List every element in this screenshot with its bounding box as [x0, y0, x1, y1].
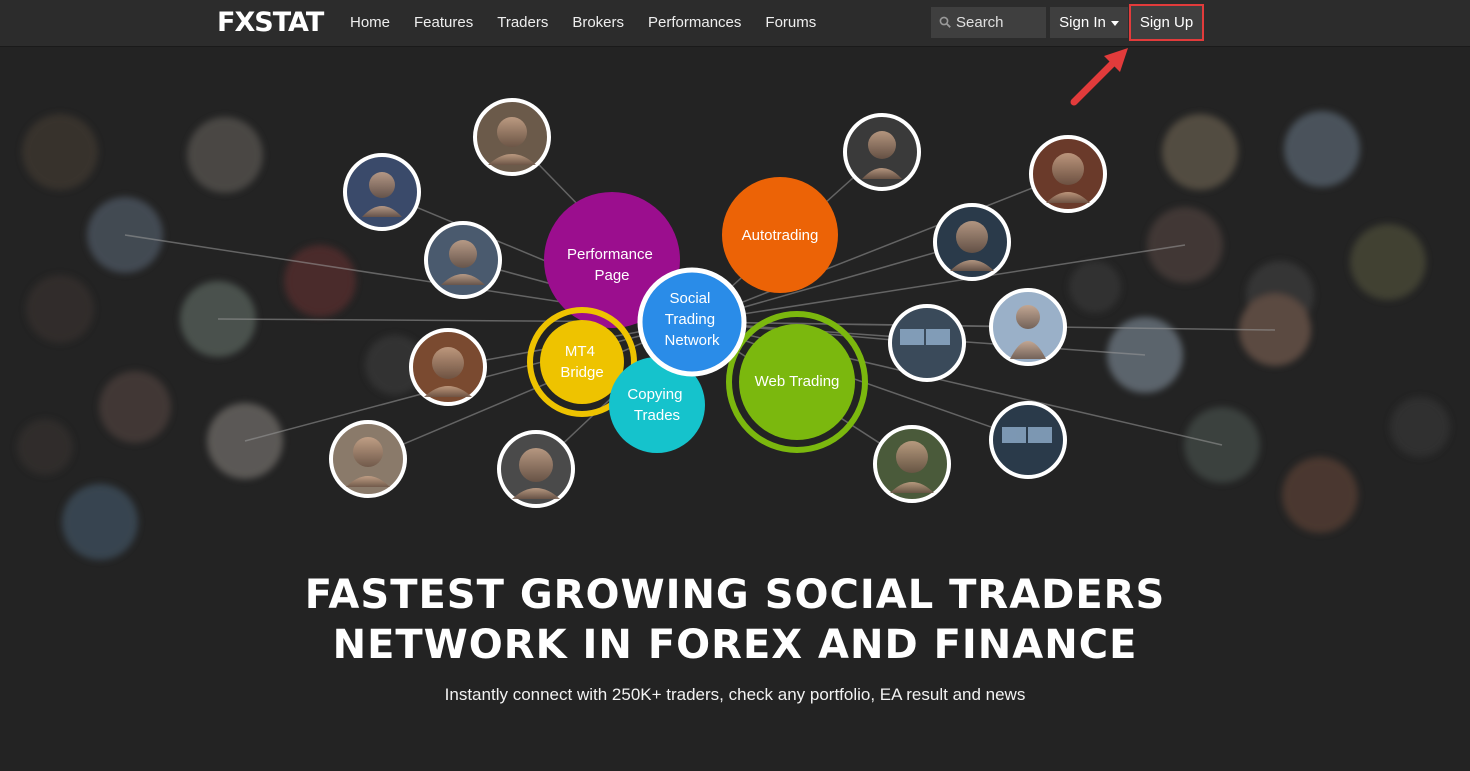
nav-features[interactable]: Features — [414, 0, 473, 46]
main-nav: Home Features Traders Brokers Performanc… — [350, 0, 840, 46]
hero-subtitle: Instantly connect with 250K+ traders, ch… — [444, 685, 1026, 704]
search-placeholder: Search — [956, 14, 1004, 31]
mt4-line-2: Bridge — [560, 364, 603, 381]
mt4-line-1: MT4 — [565, 343, 595, 360]
hero-headline: FASTEST GROWING SOCIAL TRADERS NETWORK I… — [0, 570, 1470, 670]
nav-traders[interactable]: Traders — [497, 0, 548, 46]
social-label: Social Trading Network — [664, 290, 720, 349]
web-trading-label: Web Trading — [755, 373, 840, 390]
social-line-3: Network — [664, 332, 720, 349]
social-line-1: Social — [669, 290, 710, 307]
autotrading-label: Autotrading — [742, 227, 819, 244]
search-icon — [939, 16, 951, 28]
copying-line-2: Trades — [634, 407, 680, 424]
copying-line-1: Copying — [627, 386, 682, 403]
chevron-down-icon — [1110, 20, 1119, 26]
nav-home[interactable]: Home — [350, 0, 390, 46]
nav-forums[interactable]: Forums — [765, 0, 816, 46]
nav-brokers[interactable]: Brokers — [572, 0, 624, 46]
performance-line-2: Page — [594, 267, 629, 284]
headline-line-1: FASTEST GROWING SOCIAL TRADERS — [304, 572, 1166, 618]
top-navbar: FXSTAT Home Features Traders Brokers Per… — [0, 0, 1470, 47]
fxstat-logo[interactable]: FXSTAT — [217, 6, 324, 40]
performance-line-1: Performance — [567, 246, 653, 263]
nav-performances[interactable]: Performances — [648, 0, 741, 46]
social-line-2: Trading — [665, 311, 715, 328]
headline-line-2: NETWORK IN FOREX AND FINANCE — [332, 622, 1138, 668]
search-input[interactable]: Search — [931, 7, 1046, 38]
sign-in-button[interactable]: Sign In — [1050, 7, 1128, 38]
sign-up-button[interactable]: Sign Up — [1129, 4, 1204, 41]
sign-in-label: Sign In — [1059, 14, 1106, 31]
